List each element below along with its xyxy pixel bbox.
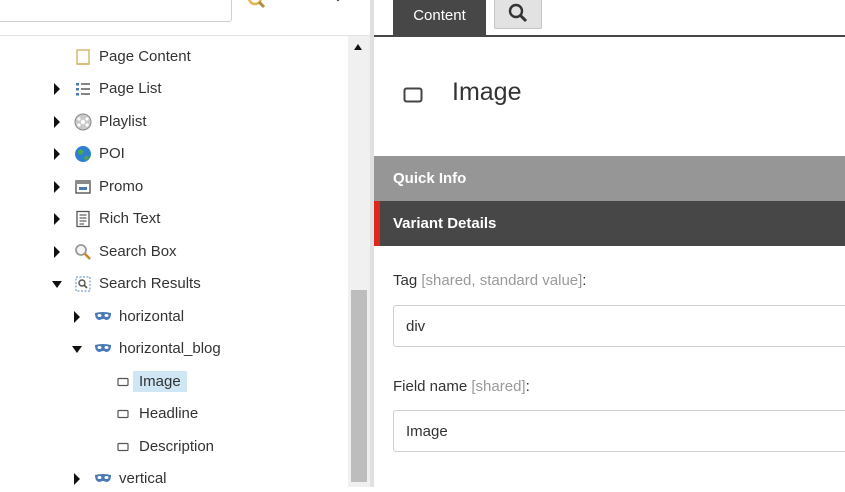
tree-item[interactable]: vertical — [0, 467, 348, 491]
rich-text-icon — [74, 210, 92, 228]
content-tree-panel: Page Content Page List Playlist POI Promo Ric… — [0, 0, 370, 487]
tree-item[interactable]: Search Results — [0, 272, 348, 296]
content-editor-panel: Content Image Quick Info Variant Details… — [370, 0, 845, 487]
tab-underline — [374, 35, 845, 37]
collapsed-arrow-icon[interactable] — [54, 181, 60, 193]
tree-item-label: horizontal_blog — [119, 340, 221, 357]
field-icon — [114, 438, 132, 456]
tree-item-label: vertical — [119, 470, 167, 487]
tag-input-value: div — [406, 317, 426, 335]
field-icon — [403, 87, 423, 103]
tree-scrollbar[interactable] — [348, 36, 370, 487]
page-list-icon — [74, 80, 92, 98]
collapsed-arrow-icon[interactable] — [54, 83, 60, 95]
mask-icon — [94, 308, 112, 326]
tree-item[interactable]: Promo — [0, 175, 348, 199]
tree-item-label: Headline — [139, 405, 199, 422]
field-name-label-suffix: : — [525, 378, 530, 395]
section-quick-info[interactable]: Quick Info — [374, 156, 845, 201]
section-variant-details[interactable]: Variant Details — [374, 201, 845, 246]
field-icon — [114, 373, 132, 391]
content-tree: Page Content Page List Playlist POI Promo Ric… — [0, 40, 348, 487]
tree-item-label: Promo — [99, 178, 144, 195]
mask-icon — [94, 470, 112, 488]
field-name-input-value: Image — [406, 422, 448, 440]
tree-item[interactable]: Playlist — [0, 110, 348, 134]
field-name-label: Field name [shared]: — [393, 378, 530, 395]
expanded-arrow-icon[interactable] — [72, 346, 82, 353]
divider — [0, 35, 370, 36]
tag-label-hint: [shared, standard value] — [421, 272, 583, 289]
field-name-label-hint: [shared] — [471, 378, 526, 395]
tree-item[interactable]: Description — [0, 435, 348, 459]
tab-content[interactable]: Content — [393, 0, 486, 35]
tab-content-label: Content — [413, 7, 466, 24]
globe-icon — [74, 145, 92, 163]
tree-item[interactable]: horizontal — [0, 305, 348, 329]
tree-item-label: Page Content — [99, 48, 191, 65]
tree-item-label: Description — [139, 438, 215, 455]
playlist-icon — [74, 113, 92, 131]
tree-item[interactable]: Image — [0, 370, 348, 394]
tree-item[interactable]: Page List — [0, 77, 348, 101]
expanded-arrow-icon[interactable] — [52, 281, 62, 288]
tree-item[interactable]: Search Box — [0, 240, 348, 264]
field-name-input[interactable]: Image — [393, 410, 845, 452]
tree-item-label: Search Results — [99, 275, 201, 292]
promo-icon — [74, 178, 92, 196]
tag-label-suffix: : — [582, 272, 587, 289]
item-title: Image — [452, 78, 522, 106]
search-icon — [508, 3, 528, 22]
tree-item-label: Page List — [99, 80, 162, 97]
tree-item[interactable]: Rich Text — [0, 207, 348, 231]
collapsed-arrow-icon[interactable] — [74, 311, 80, 323]
scroll-up-arrow[interactable] — [354, 44, 362, 50]
tag-input[interactable]: div — [393, 305, 845, 347]
tree-item[interactable]: POI — [0, 142, 348, 166]
section-quick-info-label: Quick Info — [393, 170, 467, 187]
collapsed-arrow-icon[interactable] — [54, 148, 60, 160]
scroll-thumb[interactable] — [351, 290, 367, 482]
tree-item-label: POI — [99, 145, 125, 162]
magnifier-icon — [74, 243, 92, 261]
tree-item-label: Search Box — [99, 243, 177, 260]
search-icon[interactable] — [246, 0, 266, 12]
chevron-down-icon[interactable] — [332, 0, 344, 2]
tree-item-label: Image — [133, 371, 187, 392]
field-icon — [114, 405, 132, 423]
search-results-icon — [74, 275, 92, 293]
tree-search-input[interactable] — [0, 0, 232, 22]
mask-icon — [94, 340, 112, 358]
tree-item-label: Playlist — [99, 113, 147, 130]
page-content-icon — [74, 48, 92, 66]
tree-item[interactable]: Headline — [0, 402, 348, 426]
collapsed-arrow-icon[interactable] — [54, 246, 60, 258]
collapsed-arrow-icon[interactable] — [54, 116, 60, 128]
section-variant-details-label: Variant Details — [393, 215, 497, 232]
collapsed-arrow-icon[interactable] — [74, 473, 80, 485]
collapsed-arrow-icon[interactable] — [54, 213, 60, 225]
field-name-label-text: Field name — [393, 378, 468, 395]
tree-item[interactable]: horizontal_blog — [0, 337, 348, 361]
tree-item-label: Rich Text — [99, 210, 161, 227]
tab-search[interactable] — [494, 0, 542, 29]
tag-label-text: Tag — [393, 272, 418, 289]
tree-item-label: horizontal — [119, 308, 185, 325]
tree-item[interactable]: Page Content — [0, 45, 348, 69]
tag-field-label: Tag [shared, standard value]: — [393, 272, 586, 289]
